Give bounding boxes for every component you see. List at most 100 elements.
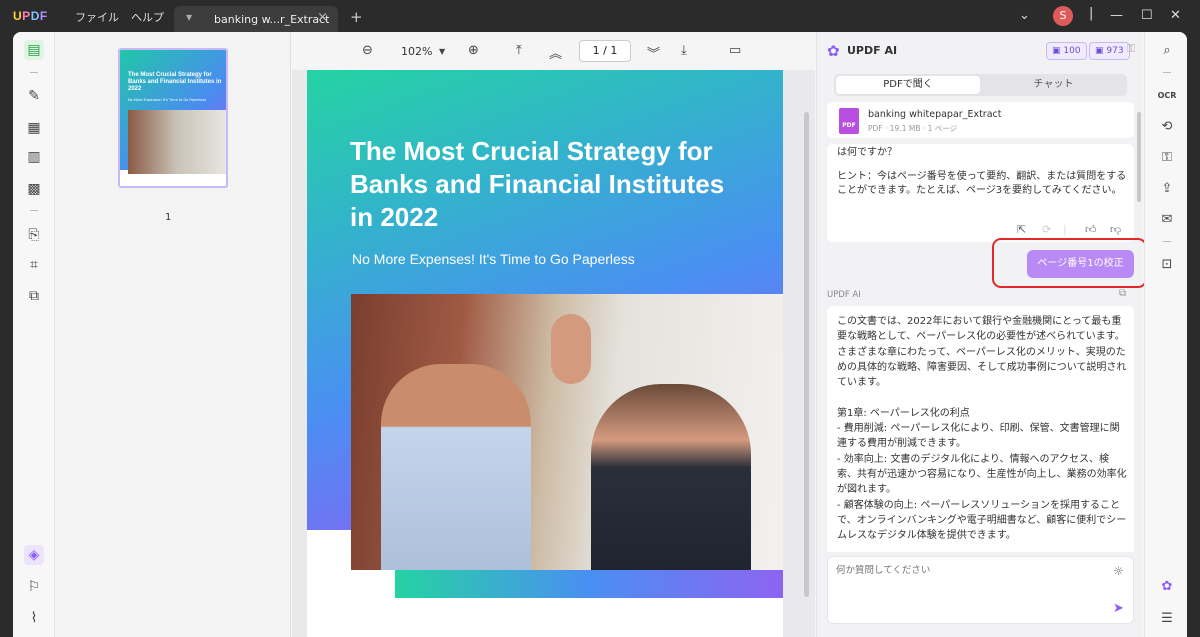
total-pages: 1: [610, 44, 618, 57]
save-icon[interactable]: ⊡: [1157, 254, 1177, 274]
reader-icon[interactable]: ▤: [24, 40, 44, 60]
comments-list-icon[interactable]: ☰: [1157, 608, 1177, 628]
photo-high-five: [551, 314, 591, 384]
separator: [1163, 72, 1171, 73]
zoom-level[interactable]: 102%: [401, 45, 432, 58]
thumbnail-subtitle: No More Expenses! It's Time to Go Paperl…: [128, 98, 207, 102]
lock-icon[interactable]: ⚿: [1127, 42, 1135, 56]
viewer-scrollbar[interactable]: [804, 112, 809, 597]
page-thumbnail[interactable]: The Most Crucial Strategy for Banks and …: [118, 48, 228, 188]
left-toolbar: ▤ ✎ ▦ ▥ ▩ ⎘ ⌗ ⧉ ◈ ⚐ ⌇: [13, 32, 55, 637]
thumbs-up-icon[interactable]: 👍︎: [1085, 223, 1097, 236]
ai-panel-title: UPDF AI: [847, 44, 898, 57]
open-external-icon[interactable]: ⇱: [1017, 223, 1026, 236]
crop-icon[interactable]: ⌗: [24, 255, 44, 275]
convert-icon[interactable]: ⟲: [1157, 116, 1177, 136]
close-window-icon[interactable]: ✕: [1170, 8, 1181, 23]
thumbnail-title: The Most Crucial Strategy for Banks and …: [128, 72, 222, 92]
viewer-toolbar: ⊖ 102% ▼ ⊕ ⤒ ︽ 1 / 1 ︾ ⤓ ▭: [292, 32, 815, 70]
zoom-in-icon[interactable]: ⊕: [468, 43, 479, 58]
ai-response-text: この文書では、2022年において銀行や金融機関にとって最も重要な戦略として、ペー…: [837, 316, 1127, 542]
pdf-page: The Most Crucial Strategy for Banks and …: [307, 70, 783, 637]
bookmark-icon[interactable]: ⚐: [24, 577, 44, 597]
ai-response: この文書では、2022年において銀行や金融機関にとって最も重要な戦略として、ペー…: [827, 306, 1134, 552]
ai-scrollbar[interactable]: [1137, 112, 1141, 202]
ai-response-label: UPDF AI: [827, 290, 861, 300]
ai-question-input[interactable]: [836, 565, 1096, 576]
first-page-icon[interactable]: ⤒: [516, 43, 522, 58]
layers-icon[interactable]: ◈: [24, 545, 44, 565]
app-window: ▤ ✎ ▦ ▥ ▩ ⎘ ⌗ ⧉ ◈ ⚐ ⌇ The Most Crucial S…: [13, 32, 1187, 637]
right-toolbar: ⌕ OCR ⟲ ⚿ ⇪ ✉ ⊡ ✿ ☰: [1144, 32, 1187, 637]
previous-page-icon[interactable]: ︽: [549, 43, 562, 62]
updf-ai-icon[interactable]: ✿: [1157, 576, 1177, 596]
divider: |: [1063, 223, 1067, 236]
zoom-out-icon[interactable]: ⊖: [362, 43, 373, 58]
maximize-icon[interactable]: ☐: [1141, 8, 1153, 23]
tab-chat[interactable]: チャット: [982, 76, 1125, 94]
chevron-down-icon[interactable]: ⌄: [1019, 8, 1030, 23]
regenerate-icon[interactable]: ⟳: [1042, 223, 1051, 236]
updf-logo: UPDF: [13, 9, 48, 23]
presentation-icon[interactable]: ▭: [729, 43, 741, 58]
page-separator: /: [603, 44, 607, 57]
zoom-dropdown-icon[interactable]: ▼: [439, 47, 445, 56]
share-icon[interactable]: ⇪: [1157, 178, 1177, 198]
thumbs-down-icon[interactable]: 👎︎: [1110, 223, 1121, 236]
minimize-icon[interactable]: —: [1110, 8, 1123, 23]
protect-icon[interactable]: ⚿: [1157, 147, 1177, 167]
thumbnail-cover: The Most Crucial Strategy for Banks and …: [120, 50, 226, 174]
file-name: banking whitepapar_Extract: [868, 109, 1002, 120]
search-icon[interactable]: ⌕: [1157, 40, 1177, 60]
hint-line-2: ヒント：今はページ番号を使って要約、翻訳、または質問をすることができます。たとえ…: [837, 171, 1127, 196]
send-icon[interactable]: ➤: [1113, 601, 1124, 616]
extract-icon[interactable]: ⎘: [24, 225, 44, 245]
divider-icon: |: [1089, 6, 1094, 21]
highlight-annotation: [992, 238, 1147, 288]
cover-accent-strip: [395, 570, 783, 598]
attachment-icon[interactable]: ⌇: [24, 608, 44, 628]
email-icon[interactable]: ✉: [1157, 209, 1177, 229]
page-number-input[interactable]: 1 / 1: [579, 40, 631, 62]
next-page-icon[interactable]: ︾: [647, 43, 660, 62]
organize-pages-icon[interactable]: ▩: [24, 179, 44, 199]
file-meta: PDF · 19.1 MB · 1 ページ: [868, 124, 958, 133]
last-page-icon[interactable]: ⤓: [681, 43, 687, 58]
separator: [30, 210, 38, 211]
cover-title: The Most Crucial Strategy for Banks and …: [350, 136, 725, 232]
tab-dropdown-icon[interactable]: ▼: [186, 13, 192, 22]
ai-message-hint: は何ですか？ ヒント：今はページ番号を使って要約、翻訳、または質問をすることがで…: [827, 144, 1134, 242]
document-tab[interactable]: ▼ banking w...r_Extract ×: [174, 6, 338, 32]
credit-badge-2: ▣ 973: [1089, 42, 1130, 60]
photo-woman: [591, 384, 751, 570]
ai-input-box: ☼ ➤: [827, 556, 1134, 624]
lightbulb-icon[interactable]: ☼: [1113, 564, 1124, 578]
credit-count-2: 973: [1106, 46, 1124, 56]
new-tab-icon[interactable]: +: [350, 8, 363, 26]
copy-icon[interactable]: ⧉: [1119, 288, 1126, 299]
pdf-file-icon: PDF: [839, 108, 859, 134]
tab-ask-pdf[interactable]: PDFで聞く: [836, 76, 980, 94]
title-bar: UPDF ファイル ヘルプ ▼ banking w...r_Extract × …: [0, 0, 1200, 32]
ai-panel: ✿ UPDF AI ▣ 100 ▣ 973 ⚿ PDFで聞く チャット PDF …: [816, 32, 1147, 637]
cover-photo: [351, 294, 783, 570]
form-icon[interactable]: ▥: [24, 147, 44, 167]
cover-subtitle: No More Expenses! It's Time to Go Paperl…: [352, 251, 635, 267]
menu-help[interactable]: ヘルプ: [131, 9, 164, 25]
photo-man: [381, 364, 531, 570]
file-card: PDF banking whitepapar_Extract PDF · 19.…: [827, 102, 1134, 138]
thumbnail-panel: The Most Crucial Strategy for Banks and …: [56, 32, 291, 637]
thumbnail-page-number: 1: [165, 212, 172, 223]
tab-close-icon[interactable]: ×: [317, 10, 328, 25]
ocr-icon[interactable]: OCR: [1157, 85, 1177, 105]
compress-icon[interactable]: ⧉: [24, 286, 44, 306]
avatar[interactable]: S: [1053, 6, 1073, 26]
edit-pdf-icon[interactable]: ▦: [24, 118, 44, 138]
ai-mode-switch: PDFで聞く チャット: [834, 74, 1127, 96]
comment-icon[interactable]: ✎: [24, 86, 44, 106]
separator: [1163, 241, 1171, 242]
menu-file[interactable]: ファイル: [75, 9, 119, 25]
hint-line-1: は何ですか？: [837, 147, 897, 158]
tab-title: banking w...r_Extract: [214, 13, 330, 26]
updf-ai-logo-icon: ✿: [827, 42, 840, 60]
